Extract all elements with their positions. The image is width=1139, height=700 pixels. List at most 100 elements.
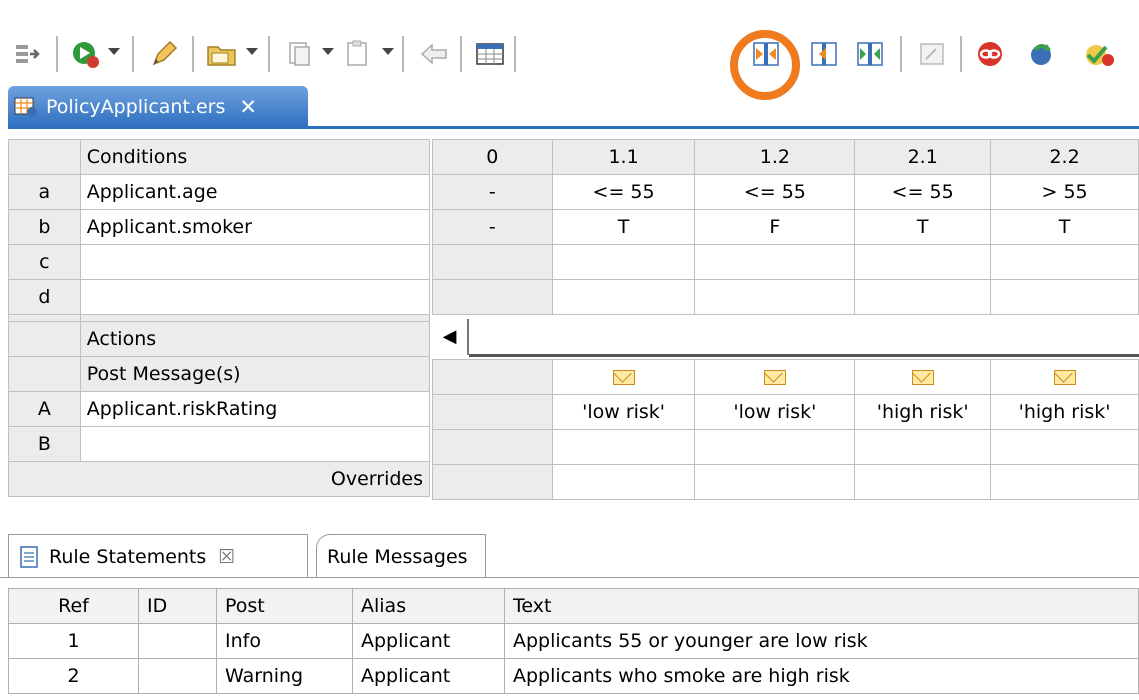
condition-cell[interactable] — [432, 279, 553, 315]
split-columns-icon[interactable] — [852, 36, 888, 72]
override-cell[interactable] — [990, 464, 1139, 500]
column-header[interactable]: Text — [504, 588, 1139, 624]
column-header[interactable]: 1.2 — [694, 139, 856, 175]
collapse-column-icon[interactable] — [806, 36, 842, 72]
link-icon[interactable] — [972, 36, 1008, 72]
action-cell[interactable] — [854, 429, 992, 465]
actions-header: Actions — [79, 321, 431, 357]
condition-cell[interactable] — [854, 279, 992, 315]
insert-column-icon[interactable] — [10, 36, 46, 72]
condition-cell[interactable]: <= 55 — [694, 174, 856, 210]
condition-cell[interactable]: F — [694, 209, 856, 245]
action-cell[interactable]: 'low risk' — [694, 394, 856, 430]
envelope-icon[interactable] — [911, 370, 934, 385]
close-tab-icon[interactable]: ✕ — [239, 95, 257, 119]
override-cell[interactable] — [551, 464, 696, 500]
open-folder-icon[interactable] — [204, 36, 240, 72]
column-header[interactable]: 2.1 — [854, 139, 992, 175]
condition-cell[interactable]: - — [432, 174, 553, 210]
condition-letter: c — [8, 244, 81, 280]
action-cell[interactable]: 'high risk' — [854, 394, 992, 430]
copy-rule-icon[interactable] — [282, 36, 318, 72]
paste-rule-icon[interactable] — [340, 36, 376, 72]
table-view-icon[interactable] — [472, 36, 508, 72]
scrollbar-track[interactable] — [468, 318, 1139, 357]
override-cell[interactable] — [694, 464, 856, 500]
condition-cell[interactable] — [432, 244, 553, 280]
action-letter: A — [8, 391, 81, 427]
condition-cell[interactable]: T — [990, 209, 1139, 245]
post-message-cell[interactable] — [694, 359, 856, 395]
condition-name[interactable] — [79, 244, 431, 280]
paste-rule-dropdown-icon[interactable] — [382, 48, 394, 55]
column-header[interactable]: Alias — [352, 588, 505, 624]
condition-cell[interactable]: <= 55 — [551, 174, 696, 210]
tab-rule-statements[interactable]: Rule Statements ☒ — [8, 534, 308, 578]
condition-cell[interactable]: T — [854, 209, 992, 245]
condition-cell[interactable]: T — [551, 209, 696, 245]
column-header[interactable]: Post — [216, 588, 353, 624]
condition-cell[interactable] — [694, 244, 856, 280]
condition-name[interactable]: Applicant.age — [79, 174, 431, 210]
condition-cell[interactable] — [990, 279, 1139, 315]
text-cell[interactable]: Applicants 55 or younger are low risk — [504, 623, 1139, 659]
action-cell[interactable] — [990, 429, 1139, 465]
open-folder-dropdown-icon[interactable] — [246, 48, 258, 55]
close-view-icon[interactable]: ☒ — [218, 546, 235, 568]
column-header[interactable]: ID — [138, 588, 217, 624]
post-message-cell[interactable] — [551, 359, 696, 395]
post-message-cell[interactable] — [990, 359, 1139, 395]
id-cell[interactable] — [138, 623, 217, 659]
condition-cell[interactable] — [551, 279, 696, 315]
horizontal-scrollbar[interactable]: ◀ — [432, 314, 1139, 360]
text-cell[interactable]: Applicants who smoke are high risk — [504, 658, 1139, 694]
run-test-dropdown-icon[interactable] — [108, 48, 120, 55]
editor-tab[interactable]: PolicyApplicant.ers ✕ — [8, 86, 308, 128]
condition-cell[interactable] — [854, 244, 992, 280]
alias-cell[interactable]: Applicant — [352, 623, 505, 659]
scroll-left-icon[interactable]: ◀ — [433, 319, 469, 355]
condition-name[interactable]: Applicant.smoker — [79, 209, 431, 245]
condition-cell[interactable]: <= 55 — [854, 174, 992, 210]
action-cell[interactable]: 'high risk' — [990, 394, 1139, 430]
run-test-icon[interactable] — [68, 36, 104, 72]
post-message-cell[interactable] — [854, 359, 992, 395]
copy-rule-dropdown-icon[interactable] — [322, 48, 334, 55]
action-cell[interactable] — [432, 394, 553, 430]
condition-cell[interactable] — [694, 279, 856, 315]
condition-name[interactable] — [79, 279, 431, 315]
table-row[interactable]: 1 Info Applicant Applicants 55 or younge… — [8, 623, 1139, 659]
ref-cell[interactable]: 2 — [8, 658, 139, 694]
column-header[interactable]: 0 — [432, 139, 553, 175]
action-name[interactable]: Applicant.riskRating — [79, 391, 431, 427]
validate-icon[interactable] — [1078, 36, 1114, 72]
sync-icon[interactable] — [1024, 36, 1060, 72]
tab-strip — [8, 126, 1139, 129]
column-header[interactable]: Ref — [8, 588, 139, 624]
override-cell[interactable] — [854, 464, 992, 500]
condition-cell[interactable] — [990, 244, 1139, 280]
back-arrow-icon[interactable] — [416, 36, 452, 72]
action-cell[interactable] — [694, 429, 856, 465]
envelope-icon[interactable] — [1053, 370, 1076, 385]
condition-cell[interactable]: - — [432, 209, 553, 245]
action-cell[interactable]: 'low risk' — [551, 394, 696, 430]
ref-cell[interactable]: 1 — [8, 623, 139, 659]
column-header[interactable]: 1.1 — [551, 139, 696, 175]
action-cell[interactable] — [551, 429, 696, 465]
column-header[interactable]: 2.2 — [990, 139, 1139, 175]
rule-statements-table: Ref ID Post Alias Text 1 Info Applicant … — [8, 588, 1139, 694]
table-row[interactable]: 2 Warning Applicant Applicants who smoke… — [8, 658, 1139, 694]
action-cell[interactable] — [432, 429, 553, 465]
envelope-icon[interactable] — [763, 370, 786, 385]
condition-cell[interactable] — [551, 244, 696, 280]
envelope-icon[interactable] — [612, 370, 635, 385]
action-name[interactable] — [79, 426, 431, 462]
alias-cell[interactable]: Applicant — [352, 658, 505, 694]
post-cell[interactable]: Info — [216, 623, 353, 659]
id-cell[interactable] — [138, 658, 217, 694]
post-cell[interactable]: Warning — [216, 658, 353, 694]
edit-pencil-icon[interactable] — [146, 36, 182, 72]
tab-rule-messages[interactable]: Rule Messages — [316, 534, 486, 578]
condition-cell[interactable]: > 55 — [990, 174, 1139, 210]
